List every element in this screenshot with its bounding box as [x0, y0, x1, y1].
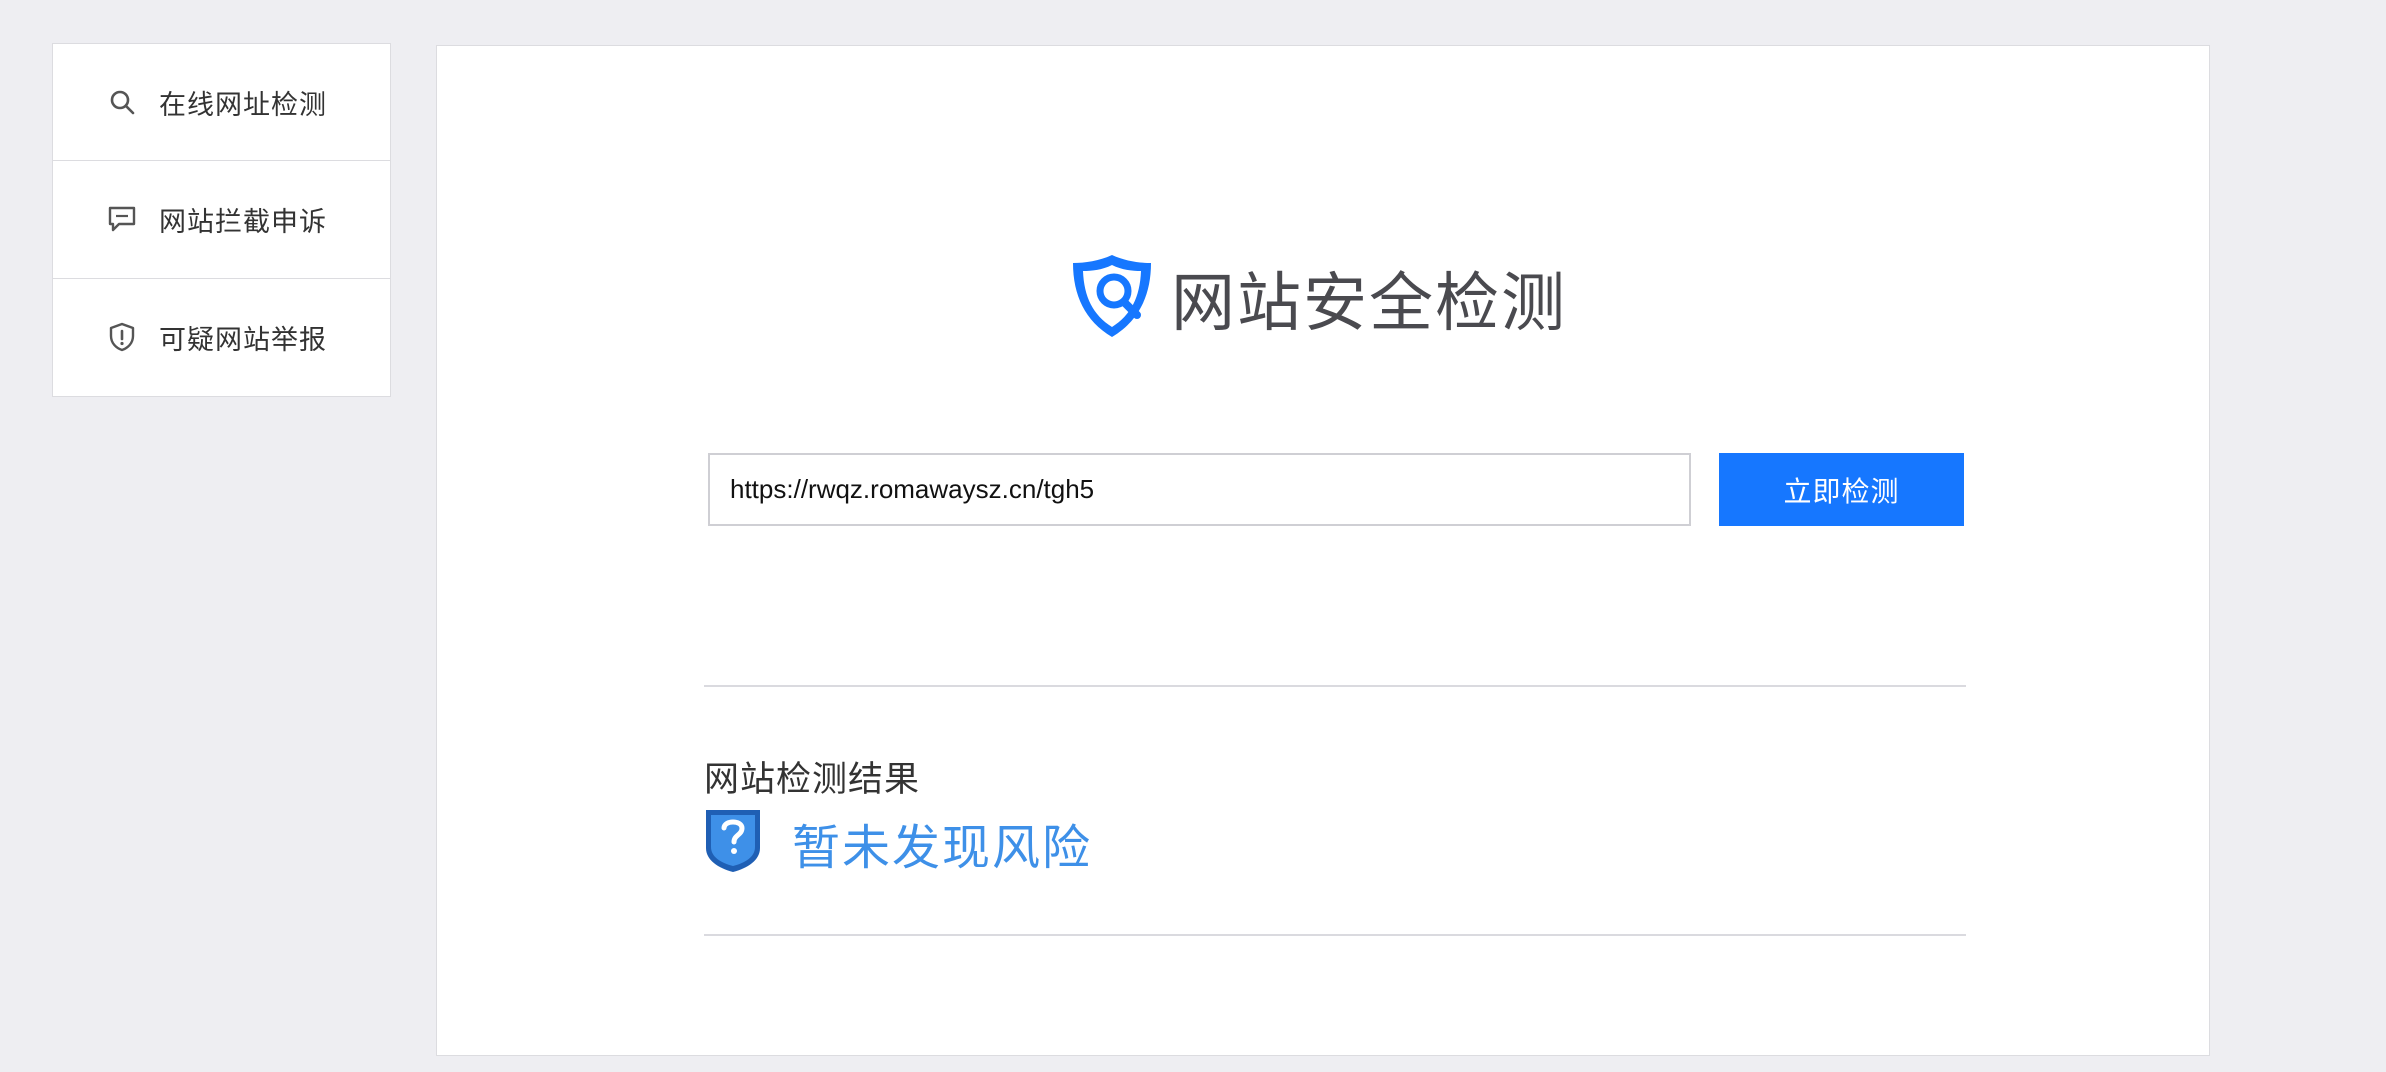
comment-icon [105, 202, 139, 236]
check-now-button[interactable]: 立即检测 [1719, 453, 1964, 526]
sidebar-item-label: 网站拦截申诉 [159, 206, 327, 238]
divider-top [704, 685, 1966, 687]
brand: 网站安全检测 [1067, 251, 1567, 345]
sidebar-item-block-appeal[interactable]: 网站拦截申诉 [53, 161, 390, 279]
search-icon [105, 85, 139, 119]
sidebar: 在线网址检测 网站拦截申诉 可疑网站举报 [52, 43, 391, 397]
shield-alert-icon [105, 320, 139, 354]
divider-bottom [704, 934, 1966, 936]
shield-question-icon [704, 808, 762, 878]
sidebar-item-label: 在线网址检测 [159, 89, 327, 121]
sidebar-item-label: 可疑网站举报 [159, 324, 327, 356]
result-status-text: 暂未发现风险 [792, 820, 1093, 876]
result-status: 暂未发现风险 [704, 808, 1092, 878]
shield-search-logo-icon [1067, 251, 1157, 345]
sidebar-item-report-suspicious[interactable]: 可疑网站举报 [53, 279, 390, 396]
url-input[interactable] [708, 453, 1691, 526]
main-panel: 网站安全检测 立即检测 网站检测结果 暂未发现风险 [436, 45, 2210, 1056]
result-heading: 网站检测结果 [704, 760, 921, 800]
sidebar-item-url-check[interactable]: 在线网址检测 [53, 44, 390, 162]
page-title: 网站安全检测 [1171, 267, 1567, 341]
